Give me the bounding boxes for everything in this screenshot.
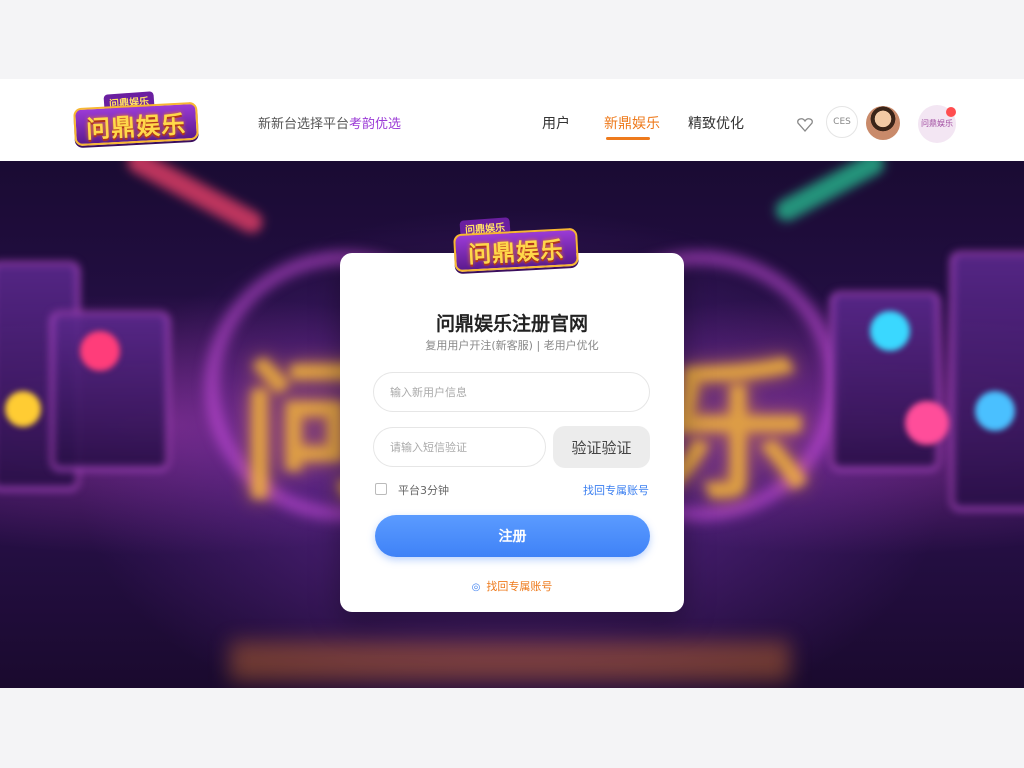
notification-badge <box>946 107 956 117</box>
code-field[interactable] <box>373 427 546 467</box>
nav-item-new[interactable]: 新鼎娱乐 <box>604 113 660 133</box>
slot-machine <box>950 251 1024 511</box>
slot-symbol <box>905 401 949 445</box>
slot-symbol <box>5 391 41 427</box>
header: 问鼎娱乐 问鼎娱乐 新新台选择平台考韵优选 用户 新鼎娱乐 精致优化 CES 问… <box>0 79 1024 161</box>
settings-round-button[interactable]: CES <box>826 106 858 138</box>
slot-symbol <box>80 331 120 371</box>
header-tagline: 新新台选择平台考韵优选 <box>258 113 401 132</box>
bottom-recover-link[interactable]: ◎ 找回专属账号 <box>340 578 684 594</box>
slot-symbol <box>870 311 910 351</box>
phone-field[interactable] <box>373 372 650 412</box>
card-logo-text: 问鼎娱乐 <box>453 227 579 273</box>
hero-light-streak <box>771 161 889 225</box>
logo-text: 问鼎娱乐 <box>73 101 199 147</box>
remember-label: 平台3分钟 <box>398 484 449 497</box>
heart-icon[interactable] <box>796 117 814 133</box>
site-logo[interactable]: 问鼎娱乐 问鼎娱乐 <box>73 91 199 149</box>
bottom-link-label: 找回专属账号 <box>486 580 553 593</box>
user-icon: ◎ <box>471 582 481 593</box>
recover-account-link[interactable]: 找回专属账号 <box>583 482 649 498</box>
profile-label: 问鼎娱乐 <box>921 119 953 128</box>
code-input[interactable] <box>390 440 545 454</box>
page: 问鼎娱乐 问鼎娱乐 新新台选择平台考韵优选 用户 新鼎娱乐 精致优化 CES 问… <box>0 0 1024 768</box>
round-button-label: CES <box>833 117 851 127</box>
send-code-button[interactable]: 验证验证 <box>553 426 650 468</box>
register-button[interactable]: 注册 <box>375 515 650 557</box>
nav-item-user[interactable]: 用户 <box>542 113 570 133</box>
tagline-prefix: 新新台选择平台 <box>258 117 350 132</box>
hero-light-streak <box>123 161 267 237</box>
register-card: 问鼎娱乐 问鼎娱乐 问鼎娱乐注册官网 复用用户开注(新客服) | 老用户优化 验… <box>340 217 684 612</box>
phone-input[interactable] <box>390 385 649 399</box>
slot-symbol <box>975 391 1015 431</box>
avatar[interactable] <box>866 106 900 140</box>
tagline-highlight: 考韵优选 <box>349 117 402 132</box>
card-logo: 问鼎娱乐 问鼎娱乐 <box>453 217 579 277</box>
nav-item-optimize[interactable]: 精致优化 <box>688 113 744 133</box>
card-title: 问鼎娱乐注册官网 <box>435 313 588 335</box>
nav-active-indicator <box>606 137 650 140</box>
card-subtitle: 复用用户开注(新客服) | 老用户优化 <box>425 339 599 352</box>
remember-checkbox[interactable] <box>375 483 387 495</box>
hero-floor-glow <box>230 641 790 681</box>
